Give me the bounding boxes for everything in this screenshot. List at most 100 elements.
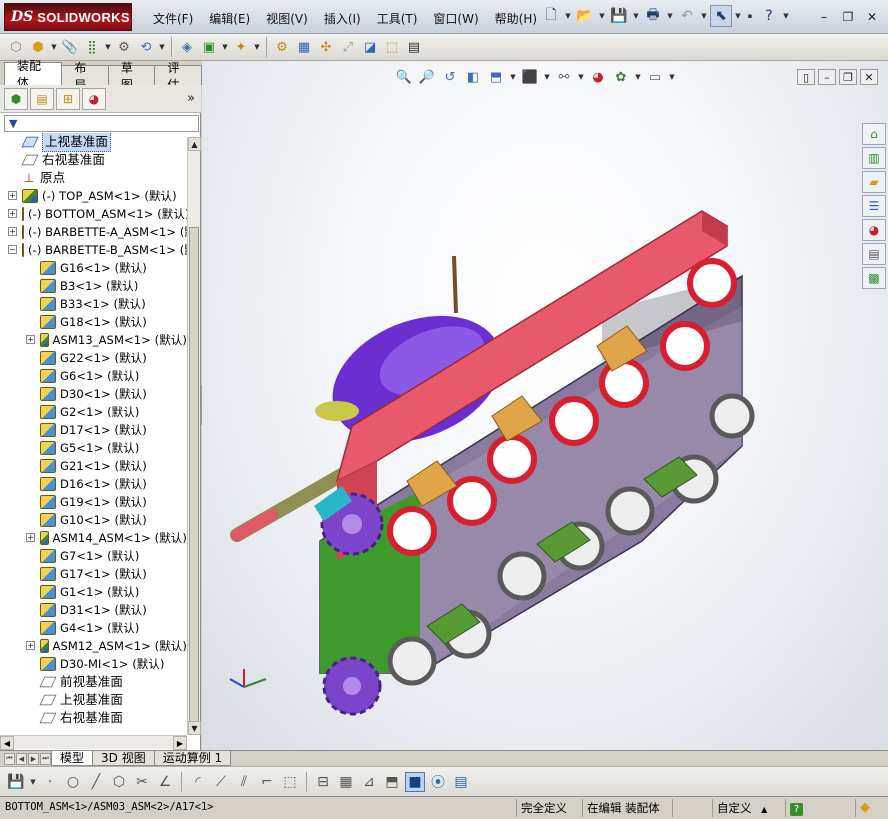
new-document-icon[interactable]: 🗋 xyxy=(540,5,562,27)
edit-component-icon[interactable]: ⬡ xyxy=(6,37,26,57)
filter-icon[interactable]: ▼ xyxy=(9,117,17,130)
tree-filter-input[interactable]: ▼ xyxy=(4,115,199,132)
restore-icon[interactable]: ❐ xyxy=(838,8,858,26)
menu-window[interactable]: 窗口(W) xyxy=(425,8,486,29)
minimize-icon[interactable]: – xyxy=(814,8,834,26)
tree-item[interactable]: + (-) BARBETTE-A_ASM<1> (默认) xyxy=(0,223,187,241)
file-explorer-icon[interactable]: ▰ xyxy=(862,171,886,193)
pattern-dropdown-icon[interactable]: ▼ xyxy=(104,43,112,51)
angle-icon[interactable]: ∠ xyxy=(155,772,175,792)
line-icon[interactable]: ╱ xyxy=(86,772,106,792)
tree-item[interactable]: + ASM14_ASM<1> (默认) xyxy=(0,529,187,547)
save-icon[interactable]: 💾 xyxy=(6,772,26,792)
tree-item[interactable]: G21<1> (默认) xyxy=(0,457,187,475)
move-dropdown-icon[interactable]: ▼ xyxy=(158,43,166,51)
display-manager-icon[interactable]: ◕ xyxy=(82,87,106,110)
print-dropdown-icon[interactable]: ▼ xyxy=(666,12,674,20)
scroll-up-icon[interactable]: ▲ xyxy=(188,137,201,151)
reference-dropdown-icon[interactable]: ▼ xyxy=(253,43,261,51)
tree-item[interactable]: D16<1> (默认) xyxy=(0,475,187,493)
scroll-thumb[interactable] xyxy=(189,227,199,727)
tab-prev-icon[interactable]: ◀ xyxy=(16,752,27,765)
feature-tree-icon[interactable]: ⬢ xyxy=(4,87,28,110)
solidworks-forum-icon[interactable]: ▩ xyxy=(862,267,886,289)
linear-pattern-icon[interactable]: ⣿ xyxy=(82,37,102,57)
new-dropdown-icon[interactable]: ▼ xyxy=(564,12,572,20)
tree-horizontal-scrollbar[interactable]: ◀ ▶ xyxy=(0,735,187,750)
tag-icon[interactable]: ◆ xyxy=(860,800,870,815)
tree-item[interactable]: G19<1> (默认) xyxy=(0,493,187,511)
show-hidden-icon[interactable]: ◈ xyxy=(177,37,197,57)
collapse-icon[interactable]: − xyxy=(8,245,17,254)
tree-item[interactable]: − (-) BARBETTE-B_ASM<1> (默 xyxy=(0,241,187,259)
save-dropdown-icon[interactable]: ▼ xyxy=(632,12,640,20)
3d-box-icon[interactable]: ⬒ xyxy=(382,772,402,792)
tree-item[interactable]: G2<1> (默认) xyxy=(0,403,187,421)
linear-sketch-pattern-icon[interactable]: ⊟ xyxy=(313,772,333,792)
bill-of-materials-icon[interactable]: ▦ xyxy=(294,37,314,57)
tree-item[interactable]: + ASM13_ASM<1> (默认) xyxy=(0,331,187,349)
explode-line-sketch-icon[interactable]: ⤢ xyxy=(338,37,358,57)
menu-edit[interactable]: 编辑(E) xyxy=(201,8,258,29)
insert-components-icon[interactable]: ⬢ xyxy=(28,37,48,57)
tab-assembly[interactable]: 装配体 xyxy=(4,59,63,90)
tree-item[interactable]: G4<1> (默认) xyxy=(0,619,187,637)
table-icon[interactable]: ▤ xyxy=(451,772,471,792)
tree-item[interactable]: ⊥ 原点 xyxy=(0,169,187,187)
expand-panel-icon[interactable]: » xyxy=(187,91,195,106)
tree-item[interactable]: G18<1> (默认) xyxy=(0,313,187,331)
interference-detection-icon[interactable]: ◪ xyxy=(360,37,380,57)
custom-properties-icon[interactable]: ▤ xyxy=(862,243,886,265)
assembly-features-icon[interactable]: ▣ xyxy=(199,37,219,57)
tree-item[interactable]: + (-) TOP_ASM<1> (默认) xyxy=(0,187,187,205)
tree-item[interactable]: G22<1> (默认) xyxy=(0,349,187,367)
tree-vertical-scrollbar[interactable]: ▲ ▼ xyxy=(187,137,201,735)
menu-tools[interactable]: 工具(T) xyxy=(369,8,426,29)
mate-icon[interactable]: 📎 xyxy=(60,37,80,57)
save-dropdown-icon[interactable]: ▼ xyxy=(29,778,37,786)
tree-item[interactable]: 右视基准面 xyxy=(0,151,187,169)
solidworks-logo[interactable]: DS SOLIDWORKS xyxy=(4,3,132,31)
tree-item[interactable]: D31<1> (默认) xyxy=(0,601,187,619)
tree-item[interactable]: G5<1> (默认) xyxy=(0,439,187,457)
expand-icon[interactable]: + xyxy=(8,191,17,200)
trim-icon[interactable]: ✂ xyxy=(132,772,152,792)
tree-item[interactable]: G10<1> (默认) xyxy=(0,511,187,529)
tree-item[interactable]: D30<1> (默认) xyxy=(0,385,187,403)
move-component-icon[interactable]: ⟲ xyxy=(136,37,156,57)
grid-icon[interactable]: ▦ xyxy=(336,772,356,792)
help-icon[interactable]: ? xyxy=(758,5,780,27)
undo-dropdown-icon[interactable]: ▼ xyxy=(700,12,708,20)
tree-item[interactable]: 前视基准面 xyxy=(0,673,187,691)
tree-item[interactable]: D30-MI<1> (默认) xyxy=(0,655,187,673)
tree-item[interactable]: B3<1> (默认) xyxy=(0,277,187,295)
more-tools-icon[interactable]: ▪ xyxy=(744,12,756,20)
expand-icon[interactable]: + xyxy=(26,533,35,542)
scroll-down-icon[interactable]: ▼ xyxy=(188,721,201,735)
exploded-view-icon[interactable]: ✣ xyxy=(316,37,336,57)
mirror-icon[interactable]: ⊿ xyxy=(359,772,379,792)
property-manager-icon[interactable]: ▤ xyxy=(30,87,54,110)
shaded-box-icon[interactable]: ■ xyxy=(405,771,425,792)
features-dropdown-icon[interactable]: ▼ xyxy=(221,43,229,51)
dashed-rectangle-icon[interactable]: ⬚ xyxy=(280,772,300,792)
instant3d-icon[interactable]: ⬚ xyxy=(382,37,402,57)
menu-insert[interactable]: 插入(I) xyxy=(316,8,369,29)
open-folder-icon[interactable]: 📂 xyxy=(574,5,596,27)
design-library-icon[interactable]: ▥ xyxy=(862,147,886,169)
units-selector[interactable]: 自定义 ▲ xyxy=(712,799,771,817)
tree-item[interactable]: + ASM12_ASM<1> (默认) xyxy=(0,637,187,655)
tree-item[interactable]: B33<1> (默认) xyxy=(0,295,187,313)
smart-fasteners-icon[interactable]: ⚙ xyxy=(114,37,134,57)
configuration-manager-icon[interactable]: ⊞ xyxy=(56,87,80,110)
help-dropdown-icon[interactable]: ▼ xyxy=(782,12,790,20)
tab-layout[interactable]: 布局 xyxy=(61,61,109,92)
tank-assembly-model[interactable] xyxy=(202,61,862,750)
circle-icon[interactable]: ○ xyxy=(63,772,83,792)
tab-motion-study[interactable]: 运动算例 1 xyxy=(153,751,232,766)
camera-icon[interactable]: ⦿ xyxy=(428,772,448,792)
expand-icon[interactable]: + xyxy=(8,209,17,218)
save-icon[interactable]: 💾 xyxy=(608,5,630,27)
expand-icon[interactable]: + xyxy=(26,641,35,650)
tree-item[interactable]: 右视基准面 xyxy=(0,709,187,727)
